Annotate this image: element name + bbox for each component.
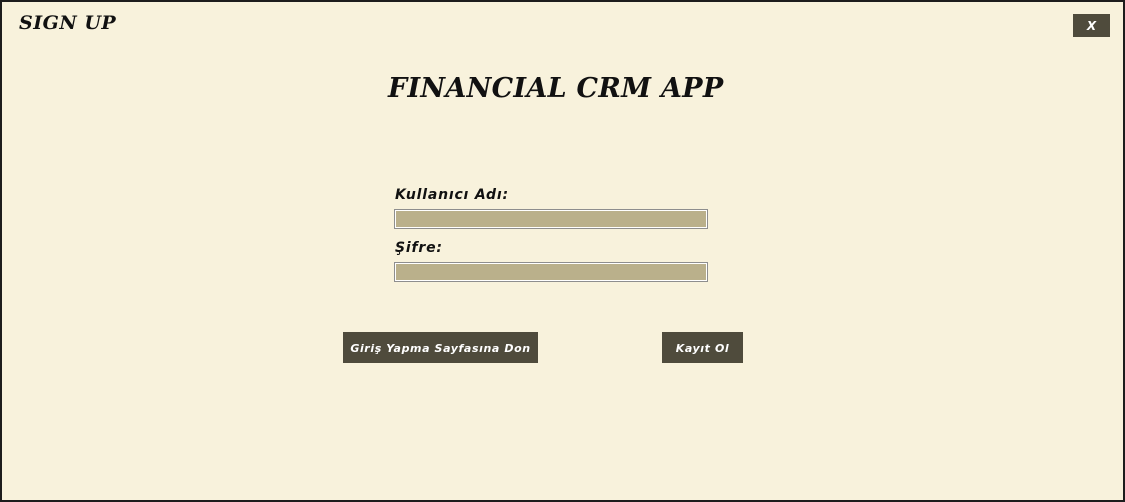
- window-title: SIGN UP: [19, 12, 117, 34]
- password-field[interactable]: [394, 262, 708, 282]
- app-heading: FINANCIAL CRM APP: [388, 73, 724, 104]
- close-button[interactable]: X: [1073, 14, 1110, 37]
- back-to-login-button[interactable]: Giriş Yapma Sayfasına Don: [343, 332, 538, 363]
- username-label: Kullanıcı Adı:: [395, 187, 509, 203]
- username-field[interactable]: [394, 209, 708, 229]
- register-button[interactable]: Kayıt Ol: [662, 332, 743, 363]
- password-label: Şifre:: [395, 240, 443, 256]
- signup-window: SIGN UP X FINANCIAL CRM APP Kullanıcı Ad…: [0, 0, 1125, 502]
